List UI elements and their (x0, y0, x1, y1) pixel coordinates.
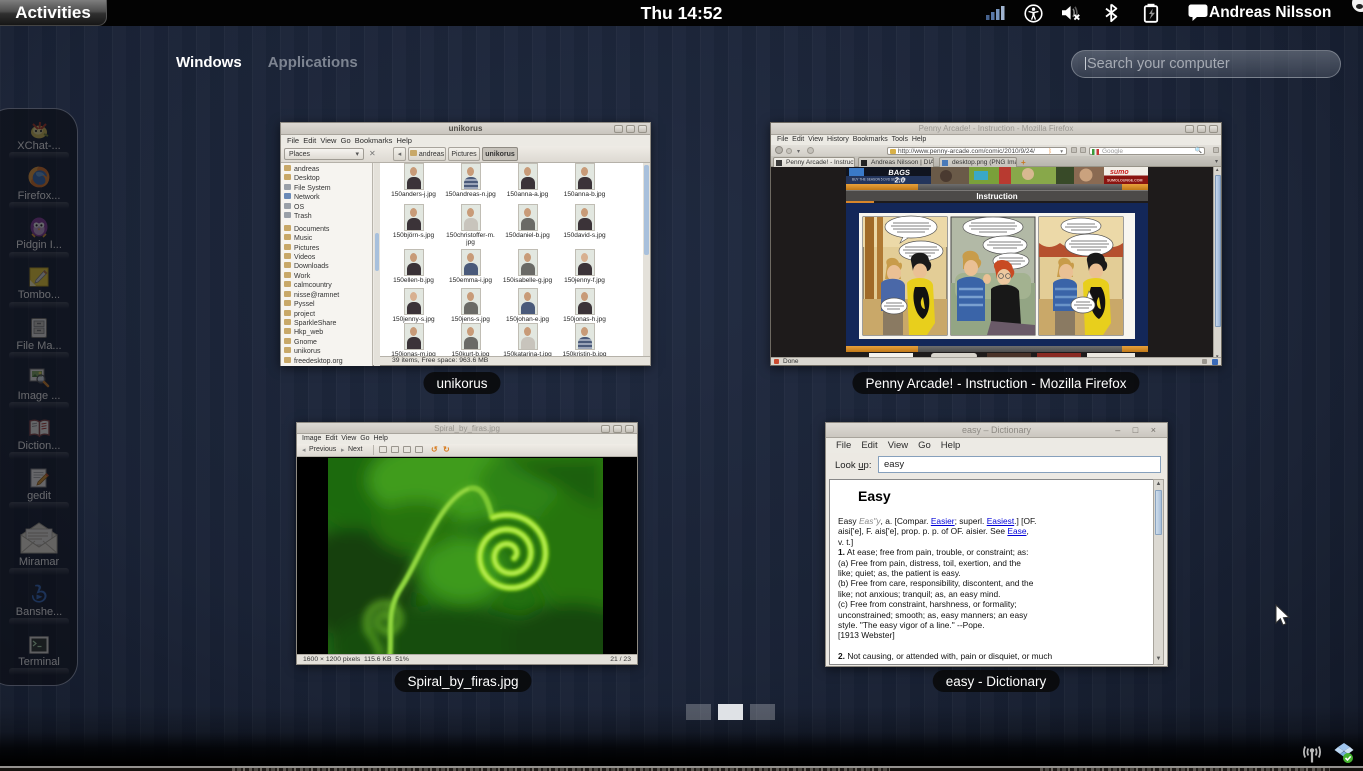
svg-text:2.0: 2.0 (894, 176, 905, 184)
svg-text:sumo: sumo (1110, 169, 1129, 176)
svg-text:SUMOLOUNGE.COM: SUMOLOUNGE.COM (1107, 179, 1143, 183)
